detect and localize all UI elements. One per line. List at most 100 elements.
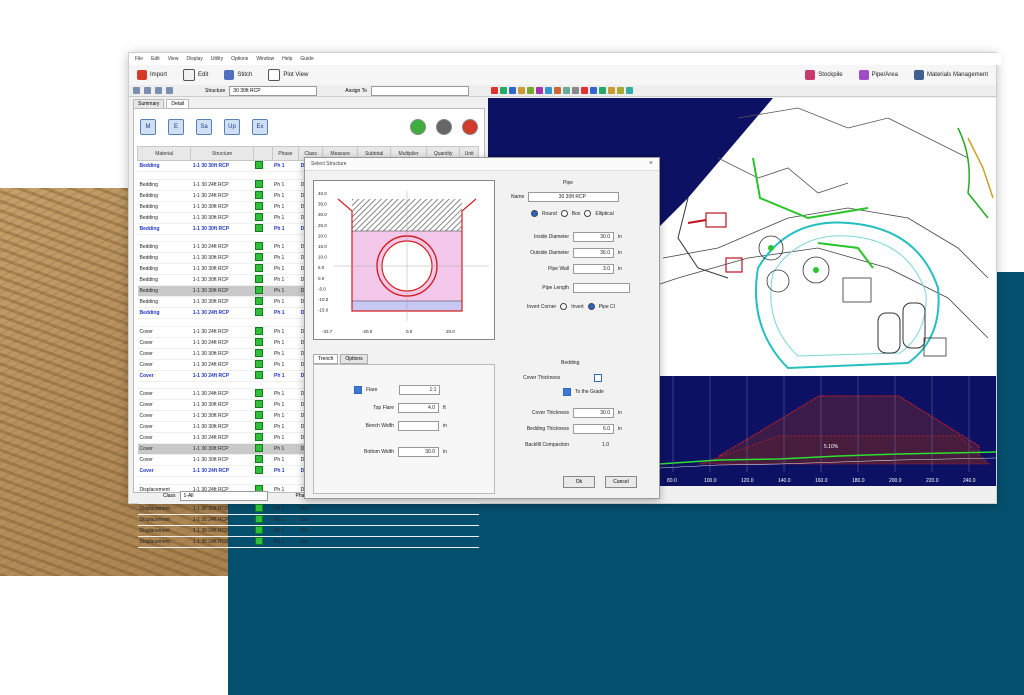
menu-item-help[interactable]: Help (282, 56, 292, 62)
view-tool-icon[interactable] (580, 87, 588, 94)
inside-diameter-field[interactable]: 30.0 (573, 232, 614, 242)
open-icon[interactable] (144, 87, 151, 94)
cover-thickness-checkbox[interactable] (594, 374, 603, 382)
cancel-button[interactable]: Cancel (605, 476, 637, 488)
view-tool-icon[interactable] (607, 87, 615, 94)
menu-item-window[interactable]: Window (256, 56, 274, 62)
column-header[interactable]: Structure (190, 146, 254, 161)
view-tool-icon[interactable] (490, 87, 498, 94)
status-cell (253, 179, 272, 191)
table-row[interactable]: Displacement1-1 30 24ft RCP Ph 1Div (137, 514, 479, 526)
view-tool-icon[interactable] (616, 87, 624, 94)
plot-view-button[interactable]: Plot View (260, 67, 316, 83)
view-tool-icon[interactable] (571, 87, 579, 94)
status-cell (253, 399, 272, 412)
save-icon[interactable] (155, 87, 162, 94)
menu-item-options[interactable]: Options (231, 56, 248, 62)
view-tool-icon[interactable] (544, 87, 552, 94)
pipe-cl-radio[interactable] (587, 303, 595, 310)
material-icon-button[interactable]: M (140, 119, 156, 135)
materials-button[interactable]: Materials Management (906, 67, 996, 83)
structure-cell (190, 476, 254, 485)
outside-diameter-field[interactable]: 36.0 (573, 248, 614, 258)
elliptical-radio[interactable] (584, 210, 592, 217)
top-flare-field[interactable]: 4.0 (398, 403, 439, 413)
view-tool-icon[interactable] (535, 87, 543, 94)
structure-cell: 1-1 30 30ft RCP (190, 223, 254, 235)
empty-cell (459, 536, 479, 548)
bedding-field[interactable]: 6.0 (573, 424, 614, 434)
export-icon-button[interactable]: Ex (252, 119, 268, 135)
view-tool-icon[interactable] (625, 87, 633, 94)
pipe-wall-field[interactable]: 3.0 (573, 264, 614, 274)
flare-field[interactable]: 1:1 (399, 385, 441, 395)
import-button[interactable]: Import (129, 67, 175, 83)
table-row[interactable]: Displacement1-1 30 24ft RCP Ph 1Div (137, 536, 479, 548)
bottom-width-row: Bottom Width 30.0 in (350, 447, 447, 457)
column-header[interactable]: Phase (271, 146, 300, 161)
bench-width-field[interactable] (398, 421, 439, 431)
bottom-width-field[interactable]: 30.0 (398, 447, 439, 457)
tab-options[interactable]: Options (340, 354, 368, 364)
box-radio[interactable] (560, 210, 568, 217)
delete-icon[interactable] (462, 119, 478, 135)
view-tool-icon[interactable] (517, 87, 525, 94)
green-status-icon (255, 455, 264, 464)
stitch-button[interactable]: Stitch (216, 67, 260, 83)
to-grade-checkbox[interactable] (563, 388, 571, 396)
status-cell (253, 443, 272, 456)
update-icon-button[interactable]: Up (224, 119, 240, 135)
new-icon[interactable] (133, 87, 140, 94)
column-header[interactable]: Material (136, 146, 192, 161)
print-icon[interactable] (436, 119, 452, 135)
empty-cell (322, 525, 358, 537)
pipe-name-field[interactable]: 30 30ft RCP (528, 192, 620, 202)
view-tool-icon[interactable] (562, 87, 570, 94)
structure-cell: 1-1 30 30ft RCP (190, 212, 254, 224)
material-cell: Cover (137, 432, 191, 445)
phase-cell: Ph 1 (272, 296, 299, 309)
stockpile-button[interactable]: Stockpile (797, 67, 850, 83)
pipe-length-field[interactable] (573, 283, 630, 293)
structure-cell: 1-1 30 24ft RCP (190, 337, 254, 349)
menu-item-guide[interactable]: Guide (300, 56, 313, 62)
cover-field[interactable]: 30.0 (573, 408, 614, 418)
material-cell (137, 234, 191, 243)
view-tool-icon[interactable] (553, 87, 561, 94)
edit-button[interactable]: Edit (175, 67, 216, 83)
column-header[interactable] (252, 146, 273, 161)
edit-icon-button[interactable]: E (168, 119, 184, 135)
menu-item-display[interactable]: Display (186, 56, 202, 62)
menu-item-view[interactable]: View (168, 56, 179, 62)
phase-cell: Ph 1 (272, 525, 299, 537)
close-icon[interactable]: × (649, 158, 653, 170)
invert-radio[interactable] (560, 303, 568, 310)
table-row[interactable]: Displacement 1-1 30 30ft RCP Ph 1 Div (137, 503, 479, 515)
save-icon-button[interactable]: Sa (196, 119, 212, 135)
report-icon[interactable] (410, 119, 426, 135)
profile-view[interactable]: 5.10% 80.0 100.0 120.0 140.0 160.0 180.0 200.0… (659, 376, 996, 486)
ok-button[interactable]: Ok (563, 476, 595, 488)
pipe-area-button[interactable]: Pipe/Area (851, 67, 906, 83)
round-radio[interactable] (531, 210, 538, 217)
assign-select[interactable] (370, 85, 469, 96)
tab-trench[interactable]: Trench (313, 354, 339, 364)
structure-cell: 1-1 30 24ft RCP (190, 536, 254, 548)
view-tool-icon[interactable] (589, 87, 597, 94)
class-select[interactable]: 1-All (179, 491, 268, 501)
menu-item-edit[interactable]: Edit (151, 56, 160, 62)
view-tool-icon[interactable] (526, 87, 534, 94)
material-cell: Bedding (137, 190, 191, 202)
menu-item-utility[interactable]: Utility (211, 56, 223, 62)
view-tool-icon[interactable] (499, 87, 507, 94)
print-icon[interactable] (166, 87, 173, 94)
flare-checkbox[interactable] (354, 386, 362, 394)
status-cell (253, 503, 272, 515)
table-row[interactable]: Displacement1-1 30 24ft RCP Ph 1Div (137, 525, 479, 537)
view-tool-icon[interactable] (508, 87, 516, 94)
view-tool-icon[interactable] (598, 87, 606, 94)
menu-item-file[interactable]: File (135, 56, 143, 62)
structure-select[interactable]: 30 30ft RCP (229, 85, 318, 96)
bedding-row: Bedding Thickness 6.0 in (521, 424, 622, 434)
plot-view-icon (268, 69, 281, 81)
